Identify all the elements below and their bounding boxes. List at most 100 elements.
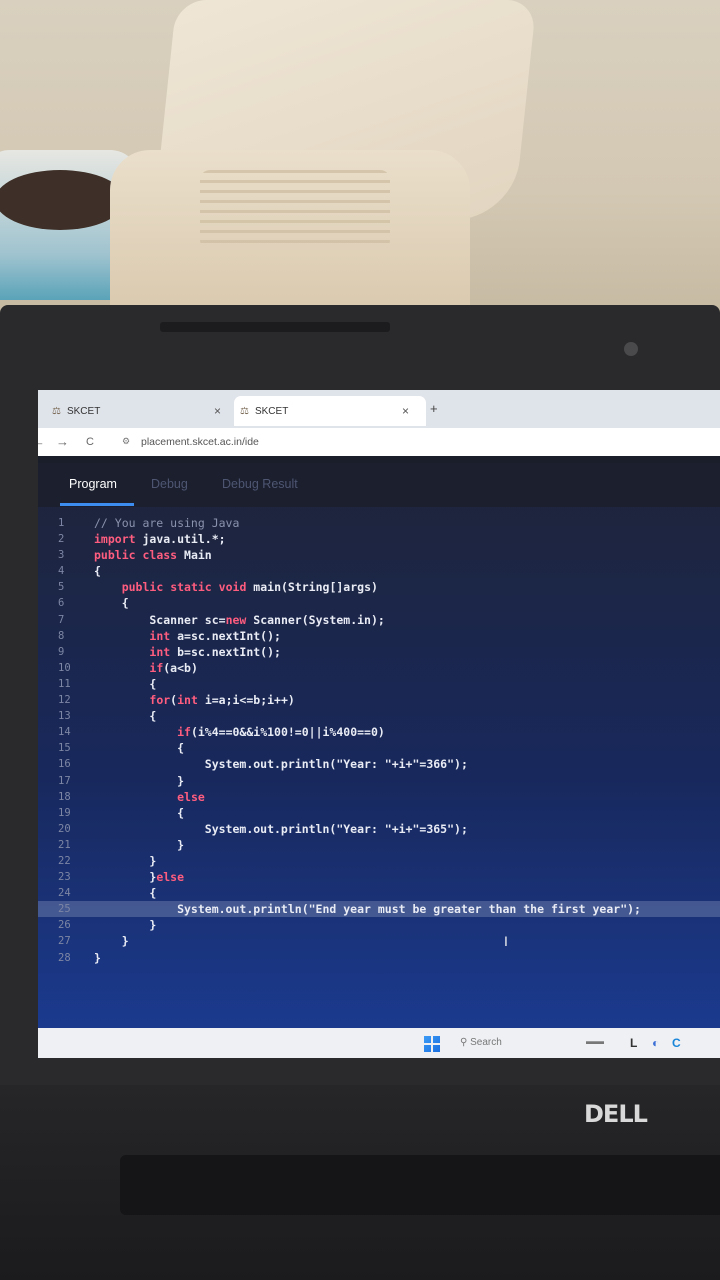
site-info-icon[interactable]: ⚙ (122, 436, 130, 447)
line-number: 8 (58, 629, 65, 642)
code-line[interactable]: 21 } (38, 837, 720, 853)
line-number: 2 (58, 533, 65, 546)
code-text: int b=sc.nextInt(); (149, 644, 281, 659)
code-editor[interactable]: 1 // You are using Java 2 import java.util.… (38, 515, 720, 966)
code-text: { (94, 564, 101, 579)
code-line[interactable]: 23 }else (38, 869, 720, 885)
skcet-favicon-icon: ⚖ (52, 405, 61, 417)
address-bar[interactable]: placement.skcet.ac.in/ide (141, 436, 259, 448)
code-line[interactable]: 7 Scanner sc=new Scanner(System.in); (38, 612, 720, 628)
code-text: if(a<b) (149, 660, 198, 675)
line-number: 25 (58, 903, 71, 916)
close-tab-icon[interactable]: × (214, 404, 221, 418)
code-line[interactable]: 22 } (38, 853, 720, 869)
code-text: { (94, 805, 185, 820)
code-text: public class Main (94, 548, 212, 563)
tab-program[interactable]: Program (69, 477, 117, 491)
line-number: 24 (58, 887, 71, 900)
windows-taskbar: ⚲ Search ▬▬ L ◐ C (38, 1028, 720, 1058)
line-number: 3 (58, 549, 65, 562)
reload-button[interactable]: C (86, 436, 94, 448)
browser-tab-2[interactable]: ⚖ SKCET × (234, 396, 426, 426)
line-number: 23 (58, 871, 71, 884)
code-text: System.out.println("Year: "+i+"=365"); (94, 821, 468, 836)
code-line[interactable]: 15 { (38, 740, 720, 756)
code-line[interactable]: 9 int b=sc.nextInt(); (38, 644, 720, 660)
code-line[interactable]: 8 int a=sc.nextInt(); (38, 628, 720, 644)
laptop-screen: ⌄ ⚖ SKCET × ⚖ SKCET × + ← → C ⚙ placemen… (38, 390, 720, 1058)
line-number: 18 (58, 790, 71, 803)
taskbar-search[interactable]: ⚲ Search (460, 1037, 502, 1048)
code-text: else (177, 789, 205, 804)
code-text: public static void main(String[]args) (121, 580, 378, 595)
code-line[interactable]: 12 for(int i=a;i<=b;i++) (38, 692, 720, 708)
line-number: 6 (58, 597, 65, 610)
line-number: 13 (58, 710, 71, 723)
back-button[interactable]: ← (38, 434, 45, 449)
code-line[interactable]: 20 System.out.println("Year: "+i+"=365")… (38, 821, 720, 837)
tab-debug-result[interactable]: Debug Result (222, 477, 298, 491)
file-explorer-icon[interactable]: L (630, 1036, 637, 1050)
code-line[interactable]: 5 public static void main(String[]args) (38, 579, 720, 595)
close-tab-icon[interactable]: × (402, 404, 409, 418)
code-line[interactable]: 16 System.out.println("Year: "+i+"=366")… (38, 756, 720, 772)
code-line[interactable]: 10 if(a<b) (38, 660, 720, 676)
code-line[interactable]: 11 { (38, 676, 720, 692)
code-line[interactable]: 19 { (38, 805, 720, 821)
code-line[interactable]: 17 } (38, 773, 720, 789)
code-line[interactable]: 2 import java.util.*; (38, 531, 720, 547)
code-text: System.out.println("Year: "+i+"=366"); (94, 757, 468, 772)
line-number: 20 (58, 822, 71, 835)
new-tab-button[interactable]: + (430, 401, 438, 416)
forward-button[interactable]: → (56, 434, 69, 449)
code-text: } (94, 934, 129, 949)
line-number: 14 (58, 726, 71, 739)
tray-app-icon[interactable]: ▬▬ (586, 1036, 604, 1046)
code-text: } (94, 950, 101, 965)
code-line[interactable]: 1 // You are using Java (38, 515, 720, 531)
code-line[interactable]: 6 { (38, 595, 720, 611)
line-number: 10 (58, 661, 71, 674)
tab-list-chevron-icon[interactable]: ⌄ (38, 402, 40, 413)
code-line[interactable]: 4{ (38, 563, 720, 579)
line-number: 19 (58, 806, 71, 819)
code-line[interactable]: 14 if(i%4==0&&i%100!=0||i%400==0) (38, 724, 720, 740)
browser-tab-1[interactable]: ⚖ SKCET × (52, 396, 232, 426)
line-number: 16 (58, 758, 71, 771)
search-placeholder: Search (470, 1037, 502, 1048)
tab-title: SKCET (66, 405, 101, 417)
browser-taskbar-icon[interactable]: ◐ (652, 1036, 659, 1050)
browser-toolbar: ← → C ⚙ placement.skcet.ac.in/ide (38, 428, 720, 456)
code-line[interactable]: 28} (38, 950, 720, 966)
code-text: for(int i=a;i<=b;i++) (149, 693, 295, 708)
edge-icon[interactable]: C (672, 1036, 681, 1050)
code-text: int a=sc.nextInt(); (149, 628, 281, 643)
background-chair-slots (200, 170, 390, 250)
code-line[interactable]: 25 System.out.println("End year must be … (38, 901, 720, 918)
background-bucket-inside (0, 170, 125, 230)
ide-tab-bar: Program Debug Debug Result (38, 463, 720, 507)
code-line[interactable]: 13 { (38, 708, 720, 724)
tab-debug[interactable]: Debug (151, 477, 188, 491)
code-text: } (94, 853, 157, 868)
code-line[interactable]: 18 else (38, 789, 720, 805)
code-line[interactable]: 24 { (38, 885, 720, 901)
line-number: 21 (58, 838, 71, 851)
code-text: { (94, 886, 157, 901)
text-cursor-icon: I (504, 933, 508, 949)
code-text: { (94, 676, 157, 691)
code-text: { (94, 709, 157, 724)
code-text: } (94, 837, 185, 852)
windows-start-icon[interactable] (424, 1036, 440, 1052)
code-text: } (94, 918, 157, 933)
laptop-hinge (120, 1155, 720, 1215)
search-icon: ⚲ (460, 1037, 471, 1048)
code-line[interactable]: 27 } (38, 933, 720, 949)
line-number: 28 (58, 951, 71, 964)
line-number: 22 (58, 854, 71, 867)
code-line[interactable]: 3 public class Main (38, 547, 720, 563)
code-text: { (94, 741, 185, 756)
code-line[interactable]: 26 } (38, 917, 720, 933)
line-number: 15 (58, 742, 71, 755)
active-tab-underline (60, 503, 134, 506)
